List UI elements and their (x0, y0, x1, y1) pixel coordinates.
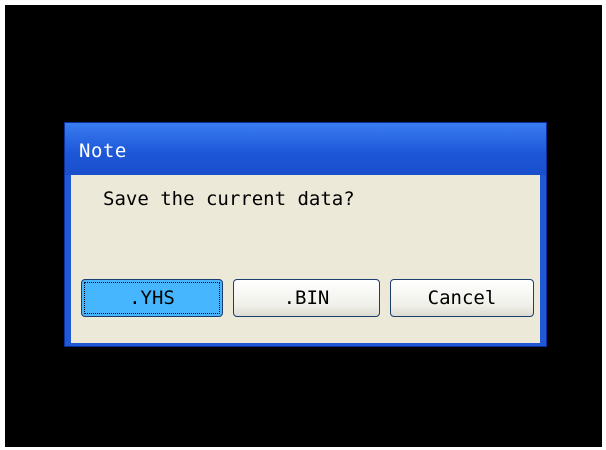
dialog-body: Save the current data? .YHS .BIN Cancel (71, 175, 540, 343)
cancel-button[interactable]: Cancel (390, 279, 534, 317)
save-bin-button[interactable]: .BIN (233, 279, 380, 317)
dialog-title: Note (79, 140, 127, 162)
save-yhs-button[interactable]: .YHS (81, 279, 223, 317)
dialog-message: Save the current data? (103, 188, 355, 210)
screen-background: Note Save the current data? .YHS .BIN Ca… (5, 5, 602, 447)
dialog-titlebar: Note (65, 123, 546, 175)
note-dialog: Note Save the current data? .YHS .BIN Ca… (64, 122, 547, 347)
